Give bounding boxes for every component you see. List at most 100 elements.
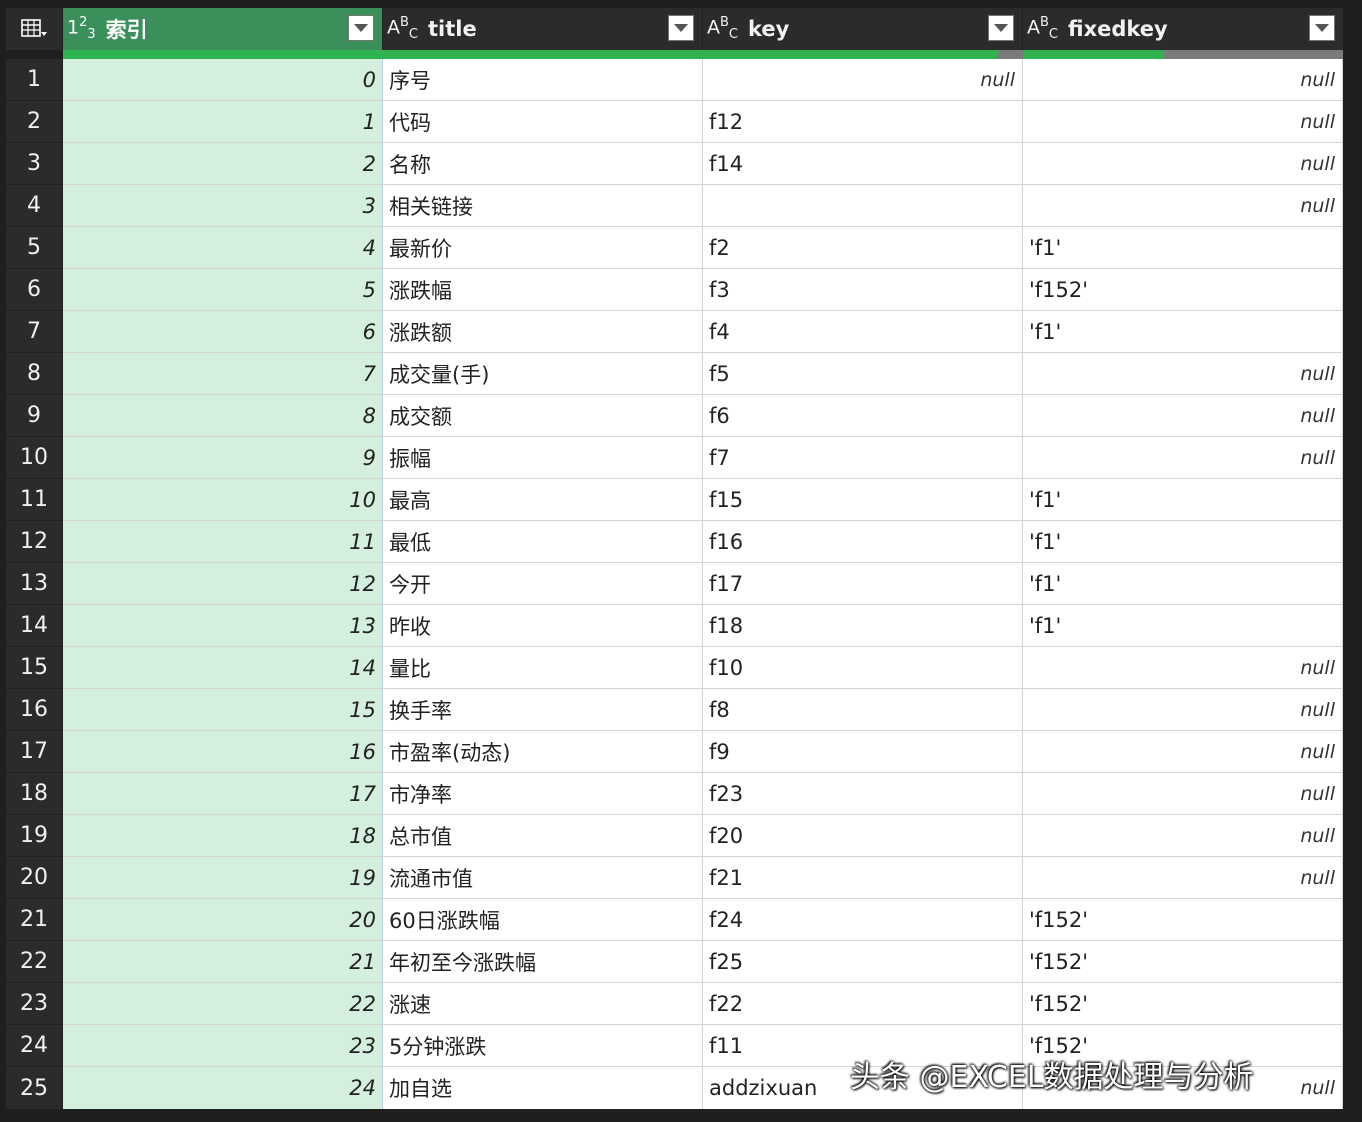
cell-fixedkey[interactable]: null [1023,773,1343,815]
cell-index[interactable]: 16 [63,731,383,773]
filter-dropdown-button[interactable] [1309,15,1335,41]
cell-index[interactable]: 22 [63,983,383,1025]
row-number[interactable]: 10 [6,437,63,479]
row-number[interactable]: 13 [6,563,63,605]
row-number[interactable]: 14 [6,605,63,647]
cell-fixedkey[interactable]: null [1023,185,1343,227]
row-number[interactable]: 20 [6,857,63,899]
row-number[interactable]: 6 [6,269,63,311]
cell-title[interactable]: 最低 [383,521,703,563]
cell-key[interactable]: f7 [703,437,1023,479]
cell-index[interactable]: 23 [63,1025,383,1067]
cell-key[interactable]: f15 [703,479,1023,521]
cell-index[interactable]: 4 [63,227,383,269]
cell-index[interactable]: 10 [63,479,383,521]
cell-index[interactable]: 11 [63,521,383,563]
cell-fixedkey[interactable]: 'f152' [1023,941,1343,983]
cell-index[interactable]: 6 [63,311,383,353]
column-header-index[interactable]: 123 索引 [63,8,383,50]
cell-title[interactable]: 最新价 [383,227,703,269]
cell-key[interactable]: f2 [703,227,1023,269]
table-row[interactable]: 19 18 总市值 f20 null [6,815,1343,857]
cell-title[interactable]: 流通市值 [383,857,703,899]
cell-index[interactable]: 8 [63,395,383,437]
cell-index[interactable]: 1 [63,101,383,143]
cell-fixedkey[interactable]: null [1023,689,1343,731]
cell-index[interactable]: 20 [63,899,383,941]
cell-fixedkey[interactable]: 'f1' [1023,479,1343,521]
number-type-icon[interactable]: 123 [67,15,96,42]
cell-title[interactable]: 涨跌幅 [383,269,703,311]
table-menu-button[interactable] [6,8,63,50]
cell-fixedkey[interactable]: null [1023,437,1343,479]
cell-title[interactable]: 年初至今涨跌幅 [383,941,703,983]
cell-key[interactable]: f8 [703,689,1023,731]
cell-index[interactable]: 13 [63,605,383,647]
table-row[interactable]: 18 17 市净率 f23 null [6,773,1343,815]
table-row[interactable]: 20 19 流通市值 f21 null [6,857,1343,899]
cell-index[interactable]: 12 [63,563,383,605]
cell-index[interactable]: 17 [63,773,383,815]
cell-key[interactable]: f24 [703,899,1023,941]
row-number[interactable]: 15 [6,647,63,689]
row-number[interactable]: 25 [6,1067,63,1109]
filter-dropdown-button[interactable] [668,15,694,41]
cell-title[interactable]: 量比 [383,647,703,689]
cell-title[interactable]: 60日涨跌幅 [383,899,703,941]
cell-title[interactable]: 今开 [383,563,703,605]
cell-key[interactable]: f25 [703,941,1023,983]
table-row[interactable]: 21 20 60日涨跌幅 f24'f152' [6,899,1343,941]
cell-title[interactable]: 市盈率(动态) [383,731,703,773]
cell-key[interactable]: f4 [703,311,1023,353]
cell-index[interactable]: 24 [63,1067,383,1109]
cell-index[interactable]: 0 [63,59,383,101]
cell-key[interactable]: null [703,59,1023,101]
cell-title[interactable]: 加自选 [383,1067,703,1109]
cell-title[interactable]: 振幅 [383,437,703,479]
table-row[interactable]: 12 11 最低 f16'f1' [6,521,1343,563]
cell-index[interactable]: 14 [63,647,383,689]
cell-fixedkey[interactable]: null [1023,101,1343,143]
cell-fixedkey[interactable]: 'f152' [1023,269,1343,311]
cell-fixedkey[interactable]: 'f152' [1023,983,1343,1025]
table-row[interactable]: 10 9 振幅 f7 null [6,437,1343,479]
row-number[interactable]: 22 [6,941,63,983]
cell-index[interactable]: 19 [63,857,383,899]
row-number[interactable]: 18 [6,773,63,815]
cell-index[interactable]: 5 [63,269,383,311]
row-number[interactable]: 12 [6,521,63,563]
cell-title[interactable]: 成交量(手) [383,353,703,395]
cell-fixedkey[interactable]: null [1023,731,1343,773]
cell-fixedkey[interactable]: null [1023,647,1343,689]
row-number[interactable]: 5 [6,227,63,269]
table-row[interactable]: 7 6 涨跌额 f4'f1' [6,311,1343,353]
column-header-fixedkey[interactable]: ABC fixedkey [1023,8,1343,50]
table-row[interactable]: 14 13 昨收 f18'f1' [6,605,1343,647]
cell-index[interactable]: 9 [63,437,383,479]
cell-key[interactable]: f17 [703,563,1023,605]
table-row[interactable]: 15 14 量比 f10 null [6,647,1343,689]
table-row[interactable]: 2 1 代码 f12 null [6,101,1343,143]
cell-title[interactable]: 序号 [383,59,703,101]
table-row[interactable]: 9 8 成交额 f6 null [6,395,1343,437]
cell-title[interactable]: 换手率 [383,689,703,731]
quality-bar[interactable] [383,50,703,59]
cell-index[interactable]: 15 [63,689,383,731]
row-number[interactable]: 8 [6,353,63,395]
row-number[interactable]: 3 [6,143,63,185]
cell-index[interactable]: 3 [63,185,383,227]
cell-fixedkey[interactable]: null [1023,353,1343,395]
cell-fixedkey[interactable]: null [1023,143,1343,185]
table-row[interactable]: 23 22 涨速 f22'f152' [6,983,1343,1025]
cell-fixedkey[interactable]: 'f1' [1023,521,1343,563]
cell-title[interactable]: 最高 [383,479,703,521]
table-row[interactable]: 6 5 涨跌幅 f3'f152' [6,269,1343,311]
cell-key[interactable]: f3 [703,269,1023,311]
cell-key[interactable] [703,185,1023,227]
text-type-icon[interactable]: ABC [1027,15,1058,42]
filter-dropdown-button[interactable] [988,15,1014,41]
row-number[interactable]: 21 [6,899,63,941]
row-number[interactable]: 7 [6,311,63,353]
cell-key[interactable]: f12 [703,101,1023,143]
quality-bar[interactable] [63,50,383,59]
